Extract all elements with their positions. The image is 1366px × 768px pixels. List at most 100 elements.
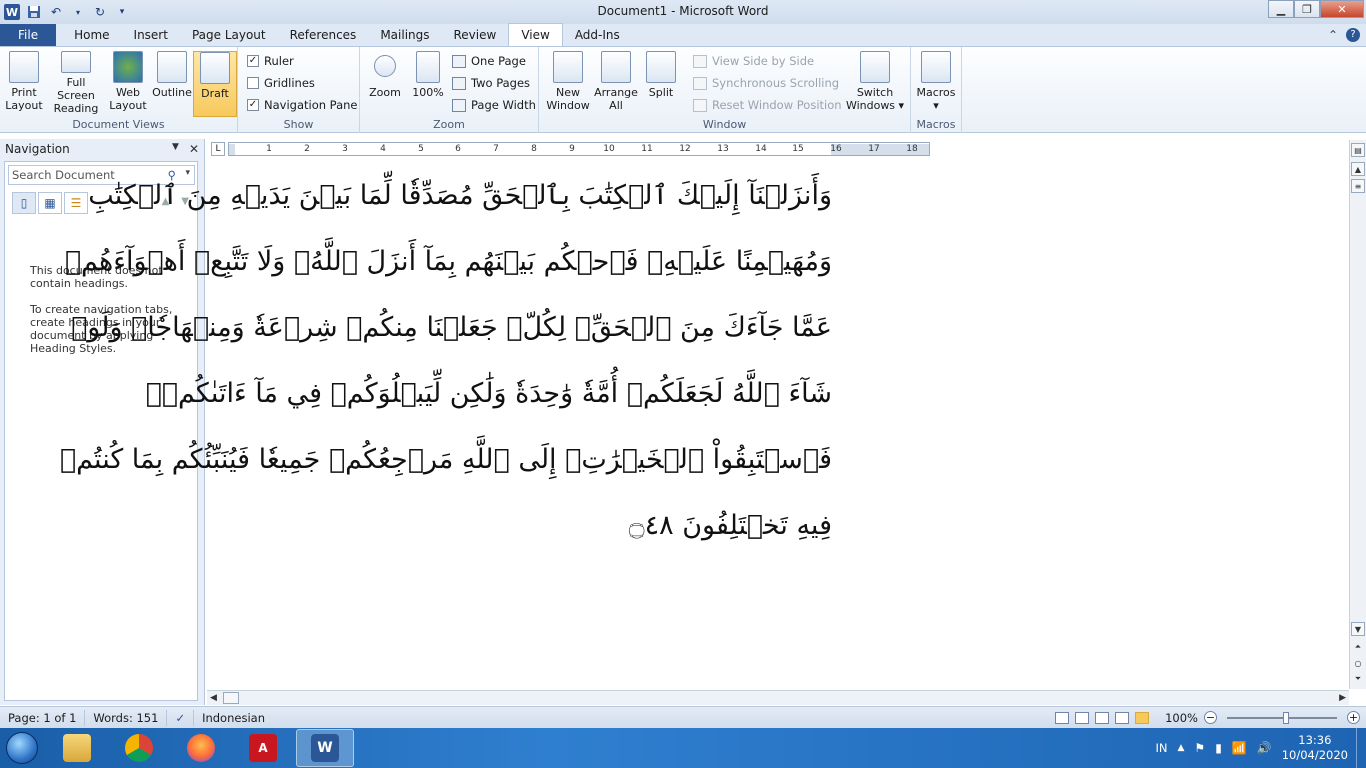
taskbar-word[interactable]: W — [296, 729, 354, 767]
taskbar-chrome[interactable] — [110, 729, 168, 767]
proofing-icon[interactable]: ✓ — [167, 709, 195, 726]
save-icon[interactable] — [26, 4, 42, 20]
volume-icon[interactable]: 🔊 — [1257, 741, 1272, 755]
tab-home[interactable]: Home — [62, 24, 121, 46]
vertical-scrollbar[interactable]: ▤ ▲ ≡ ▼ ⏶ ○ ⏷ — [1349, 140, 1366, 689]
redo-icon[interactable]: ↻ — [92, 4, 108, 20]
power-icon[interactable]: ▮ — [1215, 741, 1222, 755]
input-language[interactable]: IN — [1156, 741, 1168, 755]
pages-tab-icon[interactable]: ▦ — [38, 192, 62, 214]
results-tab-icon[interactable]: ☰ — [64, 192, 88, 214]
page-count[interactable]: Page: 1 of 1 — [0, 709, 86, 726]
horizontal-ruler[interactable]: 1 2 3 4 5 6 7 8 9 10 11 12 13 14 15 16 1… — [228, 142, 930, 156]
ruler-number: 1 — [266, 144, 272, 154]
tab-page-layout[interactable]: Page Layout — [180, 24, 278, 46]
zoom-level[interactable]: 100% — [1165, 711, 1198, 725]
tab-file[interactable]: File — [0, 24, 57, 46]
taskbar-file-explorer[interactable] — [48, 729, 106, 767]
draft-view-icon[interactable] — [1135, 711, 1150, 724]
tab-references[interactable]: References — [278, 24, 369, 46]
text-line[interactable]: فَٱسۡتَبِقُواْ ٱلۡخَيۡرَٰتِۚ إِلَى ٱللَّ… — [60, 427, 832, 493]
zoom-button[interactable]: Zoom — [363, 51, 407, 115]
switch-windows-button[interactable]: Switch Windows ▾ — [845, 51, 905, 115]
action-center-flag-icon[interactable]: ⚑ — [1194, 741, 1205, 755]
navigation-pane-checkbox[interactable]: ✓ — [247, 99, 259, 111]
word-count[interactable]: Words: 151 — [85, 709, 168, 726]
web-layout-view-icon[interactable] — [1095, 711, 1110, 724]
full-screen-view-icon[interactable] — [1075, 711, 1090, 724]
ruler-checkbox-row[interactable]: ✓ Ruler — [247, 52, 294, 70]
scroll-thumb[interactable]: ≡ — [1351, 179, 1365, 193]
gridlines-checkbox-row[interactable]: Gridlines — [247, 74, 315, 92]
tab-review[interactable]: Review — [442, 24, 509, 46]
view-side-by-side-button[interactable]: View Side by Side — [693, 52, 814, 70]
previous-page-icon[interactable]: ⏶ — [1351, 640, 1365, 654]
zoom-slider-thumb[interactable] — [1283, 711, 1289, 724]
page-width-button[interactable]: Page Width — [452, 96, 536, 114]
word-app-icon[interactable]: W — [4, 4, 20, 20]
new-window-button[interactable]: New Window — [545, 51, 591, 115]
macros-button[interactable]: Macros ▾ — [914, 51, 958, 115]
synchronous-scrolling-button[interactable]: Synchronous Scrolling — [693, 74, 839, 92]
next-page-icon[interactable]: ⏷ — [1351, 672, 1365, 686]
tab-insert[interactable]: Insert — [122, 24, 180, 46]
print-layout-view-icon[interactable] — [1055, 711, 1070, 724]
tab-view[interactable]: View — [508, 23, 563, 46]
start-button[interactable] — [0, 728, 44, 768]
outline-button[interactable]: Outline — [150, 51, 194, 115]
full-screen-reading-button[interactable]: Full Screen Reading — [48, 51, 104, 115]
restore-button[interactable]: ❐ — [1294, 0, 1320, 18]
close-pane-icon[interactable]: ✕ — [189, 142, 199, 156]
horizontal-scrollbar[interactable]: ◀ ▶ — [207, 690, 1349, 705]
zoom-in-icon[interactable]: + — [1347, 711, 1360, 724]
help-icon[interactable]: ? — [1346, 28, 1360, 42]
ruler-checkbox[interactable]: ✓ — [247, 55, 259, 67]
split-button[interactable]: Split — [639, 51, 683, 115]
minimize-button[interactable]: ▁ — [1268, 0, 1294, 18]
select-browse-object-icon[interactable]: ○ — [1351, 656, 1365, 670]
undo-dropdown-icon[interactable]: ▾ — [70, 4, 86, 20]
one-page-button[interactable]: One Page — [452, 52, 526, 70]
customize-qat-icon[interactable]: ▾ — [114, 4, 130, 20]
scroll-up-icon[interactable]: ▲ — [1351, 162, 1365, 176]
taskbar-firefox[interactable] — [172, 729, 230, 767]
clock[interactable]: 13:36 10/04/2020 — [1282, 733, 1348, 763]
gridlines-checkbox[interactable] — [247, 77, 259, 89]
draft-button[interactable]: Draft — [193, 51, 237, 117]
text-line[interactable]: وَأَنزَلۡنَآ إِلَيۡكَ ٱلۡكِتَٰبَ بِٱلۡحَ… — [88, 163, 832, 229]
horizontal-scroll-thumb[interactable] — [223, 692, 239, 704]
navigation-pane-checkbox-row[interactable]: ✓ Navigation Pane — [247, 96, 358, 114]
arrange-all-button[interactable]: Arrange All — [593, 51, 639, 115]
network-icon[interactable]: 📶 — [1232, 741, 1247, 755]
text-line[interactable]: وَمُهَيۡمِنًا عَلَيۡهِۖ فَٱحۡكُم بَيۡنَه… — [65, 229, 832, 295]
tab-mailings[interactable]: Mailings — [368, 24, 441, 46]
show-hidden-icons-icon[interactable]: ▲ — [1178, 743, 1185, 753]
zoom-out-icon[interactable]: − — [1204, 711, 1217, 724]
taskbar-acrobat[interactable]: A — [234, 729, 292, 767]
pane-options-icon[interactable]: ▼ — [172, 142, 179, 156]
tab-selector[interactable]: L — [211, 142, 225, 156]
tab-add-ins[interactable]: Add-Ins — [563, 24, 632, 46]
outline-view-icon[interactable] — [1115, 711, 1130, 724]
zoom-100-button[interactable]: 100% — [406, 51, 450, 115]
scroll-left-icon[interactable]: ◀ — [210, 693, 217, 703]
text-line[interactable]: شَآءَ ٱللَّهُ لَجَعَلَكُمۡ أُمَّةٗ وَٰحِ… — [146, 361, 832, 427]
headings-tab-icon[interactable]: ▯ — [12, 192, 36, 214]
text-line[interactable]: عَمَّا جَآءَكَ مِنَ ٱلۡحَقِّۚ لِكُلّٖ جَ… — [71, 295, 832, 361]
reset-window-position-button[interactable]: Reset Window Position — [693, 96, 842, 114]
language-indicator[interactable]: Indonesian — [194, 710, 273, 726]
close-button[interactable]: ✕ — [1320, 0, 1364, 18]
view-ruler-icon[interactable]: ▤ — [1351, 143, 1365, 157]
print-layout-button[interactable]: Print Layout — [2, 51, 46, 115]
text-line[interactable]: فِيهِ تَخۡتَلِفُونَ ۝٤٨ — [229, 493, 832, 559]
web-layout-button[interactable]: Web Layout — [106, 51, 150, 115]
two-pages-button[interactable]: Two Pages — [452, 74, 530, 92]
scroll-down-icon[interactable]: ▼ — [1351, 622, 1365, 636]
show-desktop-button[interactable] — [1356, 728, 1366, 768]
minimize-ribbon-icon[interactable]: ⌃ — [1328, 28, 1338, 42]
ribbon-tabs: File Home Insert Page Layout References … — [0, 23, 1366, 47]
zoom-slider[interactable] — [1227, 711, 1337, 724]
document-text[interactable]: وَأَنزَلۡنَآ إِلَيۡكَ ٱلۡكِتَٰبَ بِٱلۡحَ… — [60, 163, 832, 559]
undo-icon[interactable]: ↶ — [48, 4, 64, 20]
scroll-right-icon[interactable]: ▶ — [1339, 693, 1346, 703]
